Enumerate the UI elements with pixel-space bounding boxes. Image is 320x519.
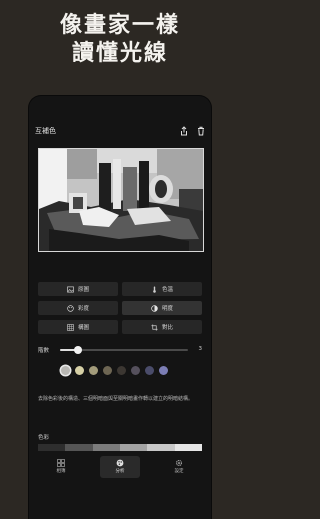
contrast-label: 對比: [161, 325, 173, 331]
original-button[interactable]: 原圖: [38, 282, 118, 296]
value-label: 明度: [161, 306, 173, 312]
grey-scale-step: [147, 444, 175, 451]
promo-line-2: 讀懂光線: [71, 41, 168, 66]
levels-value: 3: [198, 346, 203, 352]
grey-scale-step: [119, 444, 148, 451]
levels-label: 階數: [38, 348, 50, 354]
color-section-title: 色彩: [38, 435, 50, 441]
color-swatch[interactable]: [131, 366, 140, 375]
color-swatch[interactable]: [75, 366, 84, 375]
palette-icon: [67, 304, 74, 312]
status-bar: [29, 96, 211, 120]
crop-icon: [151, 323, 158, 331]
value-study-preview[interactable]: [38, 148, 204, 252]
original-label: 原圖: [77, 287, 89, 293]
trash-icon[interactable]: [196, 126, 206, 136]
composition-button[interactable]: 構圖: [38, 320, 118, 334]
contrast-button[interactable]: 對比: [122, 320, 202, 334]
phone-screen: 互補色 原圖 色溫 彩度 明度 構圖 對比 階數 3 去除色彩後的構造、三個明暗…: [29, 96, 211, 519]
grey-scale-step: [65, 444, 93, 451]
still-life-image: [39, 149, 203, 251]
promo-line-1: 像畫家一樣: [59, 13, 180, 38]
tab-gallery-label: 相簿: [56, 469, 66, 474]
grey-scale-bar: [38, 444, 202, 451]
grey-scale-step: [92, 444, 120, 451]
levels-slider[interactable]: [60, 346, 188, 354]
thermometer-icon: [153, 285, 156, 293]
composition-label: 構圖: [77, 325, 89, 331]
screen-title: 互補色: [35, 127, 56, 135]
bottom-tab-bar: 相簿 分析 設定: [29, 452, 211, 519]
levels-slider-thumb[interactable]: [73, 346, 82, 354]
color-swatch[interactable]: [145, 366, 154, 375]
tab-settings[interactable]: 設定: [159, 456, 199, 478]
levels-slider-row: 階數 3: [38, 344, 204, 356]
grid-icon: [57, 459, 65, 467]
title-bar: 互補色: [29, 124, 211, 140]
grey-scale-step: [174, 444, 202, 451]
saturation-label: 彩度: [77, 306, 89, 312]
grey-scale-step: [38, 444, 66, 451]
temperature-label: 色溫: [161, 287, 173, 293]
description-text: 去除色彩後的構造、三個明暗面與至關明暗畫作轉以建立的明暗結構。: [38, 396, 194, 402]
color-swatch[interactable]: [61, 366, 70, 375]
value-button[interactable]: 明度: [122, 301, 202, 315]
color-swatch[interactable]: [103, 366, 112, 375]
tab-gallery[interactable]: 相簿: [41, 456, 81, 478]
saturation-button[interactable]: 彩度: [38, 301, 118, 315]
share-icon[interactable]: [179, 126, 189, 136]
promo-headline: 像畫家一樣 讀懂光線: [0, 12, 240, 68]
tab-settings-label: 設定: [174, 469, 184, 474]
temperature-button[interactable]: 色溫: [122, 282, 202, 296]
gear-icon: [176, 460, 182, 466]
color-swatch[interactable]: [117, 366, 126, 375]
tab-analyze[interactable]: 分析: [100, 456, 140, 478]
color-swatch[interactable]: [159, 366, 168, 375]
contrast-icon: [151, 304, 158, 312]
grid-icon: [67, 323, 74, 331]
palette-icon: [116, 459, 124, 467]
color-swatch[interactable]: [89, 366, 98, 375]
tab-analyze-label: 分析: [115, 469, 125, 474]
image-icon: [67, 286, 74, 292]
